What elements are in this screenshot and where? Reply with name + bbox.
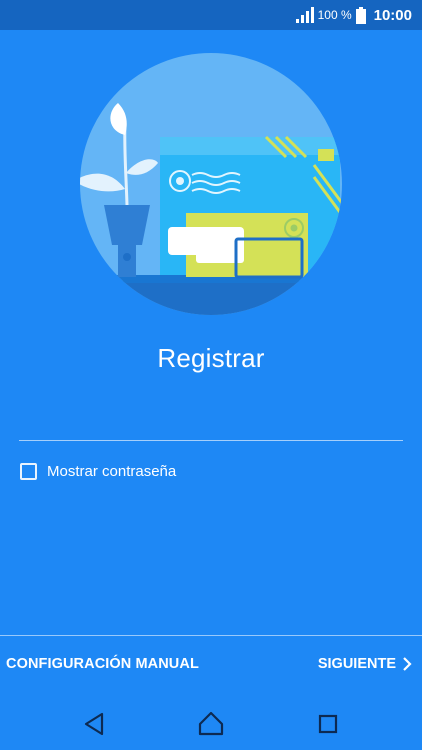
- clock: 10:00: [373, 6, 412, 24]
- battery-icon: [355, 6, 366, 24]
- next-button[interactable]: SIGUIENTE: [318, 656, 412, 672]
- status-bar: 100 % 10:00: [0, 0, 422, 30]
- home-icon[interactable]: [197, 710, 225, 738]
- footer-divider: [0, 635, 422, 636]
- chevron-right-icon: [403, 657, 412, 671]
- show-password-label: Mostrar contraseña: [47, 462, 177, 480]
- manual-setup-button[interactable]: CONFIGURACIÓN MANUAL: [6, 656, 199, 672]
- password-input[interactable]: [19, 440, 403, 441]
- next-button-label: SIGUIENTE: [317, 656, 396, 672]
- email-setup-illustration: [80, 53, 342, 315]
- checkbox-box[interactable]: [20, 462, 37, 480]
- show-password-checkbox[interactable]: Mostrar contraseña: [20, 460, 176, 482]
- page-title: Registrar: [157, 343, 265, 373]
- back-icon[interactable]: [80, 710, 108, 738]
- recent-apps-icon[interactable]: [314, 710, 342, 738]
- signal-icon: [295, 7, 314, 23]
- status-icons: 100 % 10:00: [295, 5, 412, 25]
- navigation-bar: [0, 698, 422, 750]
- battery-percent: 100 %: [317, 8, 352, 22]
